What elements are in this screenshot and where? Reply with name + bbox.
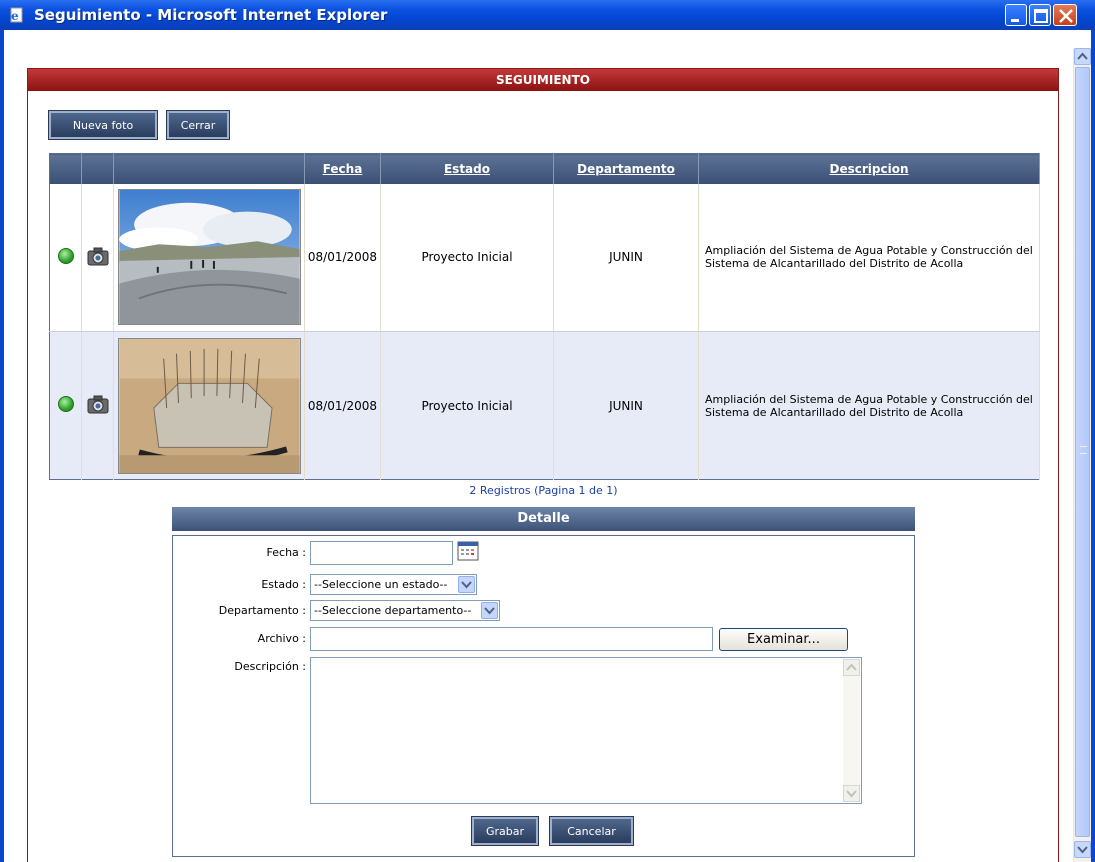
descripcion-cell: Ampliación del Sistema de Agua Potable y…	[698, 183, 1040, 332]
column-header-image	[113, 153, 305, 184]
window-titlebar: e Seguimiento - Microsoft Internet Explo…	[0, 0, 1095, 30]
fecha-cell: 08/01/2008	[304, 183, 381, 332]
chevron-down-icon[interactable]	[458, 576, 475, 593]
departamento-cell: JUNIN	[553, 331, 699, 480]
departamento-cell: JUNIN	[553, 183, 699, 332]
chevron-down-icon[interactable]	[481, 602, 498, 619]
window-title: Seguimiento - Microsoft Internet Explore…	[34, 6, 388, 24]
window-frame-right	[1091, 30, 1095, 862]
fecha-cell: 08/01/2008	[304, 331, 381, 480]
archivo-input[interactable]	[310, 627, 713, 651]
browse-button[interactable]: Examinar...	[719, 628, 848, 651]
archivo-label: Archivo :	[257, 632, 306, 645]
records-table: Fecha Estado Departamento Descripcion 08…	[49, 153, 1040, 480]
estado-label: Estado :	[261, 578, 306, 591]
table-header-row: Fecha Estado Departamento Descripcion	[49, 153, 1040, 184]
departamento-select[interactable]: --Seleccione departamento--	[310, 600, 500, 621]
new-photo-button[interactable]: Nueva foto	[48, 110, 158, 140]
calendar-icon[interactable]	[457, 541, 479, 561]
grip-icon	[1080, 446, 1087, 454]
minimize-button[interactable]	[1005, 4, 1027, 26]
departamento-select-value: --Seleccione departamento--	[314, 604, 472, 617]
close-icon	[1059, 9, 1073, 23]
green-dot-icon[interactable]	[57, 396, 74, 412]
concrete-rebar-construction-photo[interactable]	[117, 337, 301, 474]
descripcion-label: Descripción :	[234, 660, 306, 673]
close-button[interactable]: Cerrar	[166, 110, 230, 140]
detail-header: Detalle	[172, 507, 915, 531]
scroll-thumb[interactable]	[1075, 67, 1090, 837]
table-row: 08/01/2008 Proyecto Inicial JUNIN Amplia…	[49, 183, 1040, 332]
image-cell	[113, 183, 305, 332]
table-row: 08/01/2008 Proyecto Inicial JUNIN Amplia…	[49, 331, 1040, 480]
scroll-down-icon[interactable]	[843, 785, 860, 802]
chevron-down-icon	[1077, 846, 1088, 854]
page-scrollbar[interactable]	[1073, 48, 1091, 862]
chevron-up-icon	[1077, 52, 1088, 60]
maximize-button[interactable]	[1029, 4, 1051, 26]
close-window-button[interactable]	[1053, 4, 1077, 26]
column-header-fecha[interactable]: Fecha	[304, 153, 381, 184]
estado-cell: Proyecto Inicial	[380, 183, 554, 332]
column-header-descripcion[interactable]: Descripcion	[698, 153, 1040, 184]
cancel-button[interactable]: Cancelar	[549, 816, 634, 846]
estado-cell: Proyecto Inicial	[380, 331, 554, 480]
column-header-estado[interactable]: Estado	[380, 153, 554, 184]
camera-icon[interactable]	[87, 246, 109, 266]
camera-cell	[81, 183, 114, 332]
scroll-down-button[interactable]	[1074, 841, 1091, 858]
panel-header: SEGUIMIENTO	[28, 69, 1058, 91]
estado-select[interactable]: --Seleccione un estado--	[310, 574, 477, 595]
scroll-up-icon[interactable]	[843, 659, 860, 676]
fecha-label: Fecha :	[266, 546, 306, 559]
column-header-camera	[81, 153, 114, 184]
camera-cell	[81, 331, 114, 480]
maximize-icon	[1034, 9, 1048, 23]
column-header-status	[49, 153, 82, 184]
descripcion-textarea[interactable]	[310, 657, 862, 804]
descripcion-cell: Ampliación del Sistema de Agua Potable y…	[698, 331, 1040, 480]
image-cell	[113, 331, 305, 480]
ie-page-icon: e	[10, 7, 23, 23]
save-button[interactable]: Grabar	[471, 816, 539, 846]
fecha-input[interactable]	[310, 541, 453, 565]
status-cell	[49, 331, 82, 480]
minimize-icon	[1011, 19, 1019, 22]
camera-icon[interactable]	[87, 394, 109, 414]
departamento-label: Departamento :	[218, 604, 306, 617]
lined-pond-under-cloudy-sky-photo[interactable]	[117, 189, 301, 326]
estado-select-value: --Seleccione un estado--	[314, 578, 448, 591]
column-header-departamento[interactable]: Departamento	[553, 153, 699, 184]
pager-text: 2 Registros (Pagina 1 de 1)	[469, 484, 618, 497]
svg-text:e: e	[11, 9, 19, 23]
status-cell	[49, 183, 82, 332]
textarea-scrollbar[interactable]	[843, 659, 860, 802]
green-dot-icon[interactable]	[57, 247, 74, 264]
scroll-up-button[interactable]	[1074, 48, 1091, 65]
